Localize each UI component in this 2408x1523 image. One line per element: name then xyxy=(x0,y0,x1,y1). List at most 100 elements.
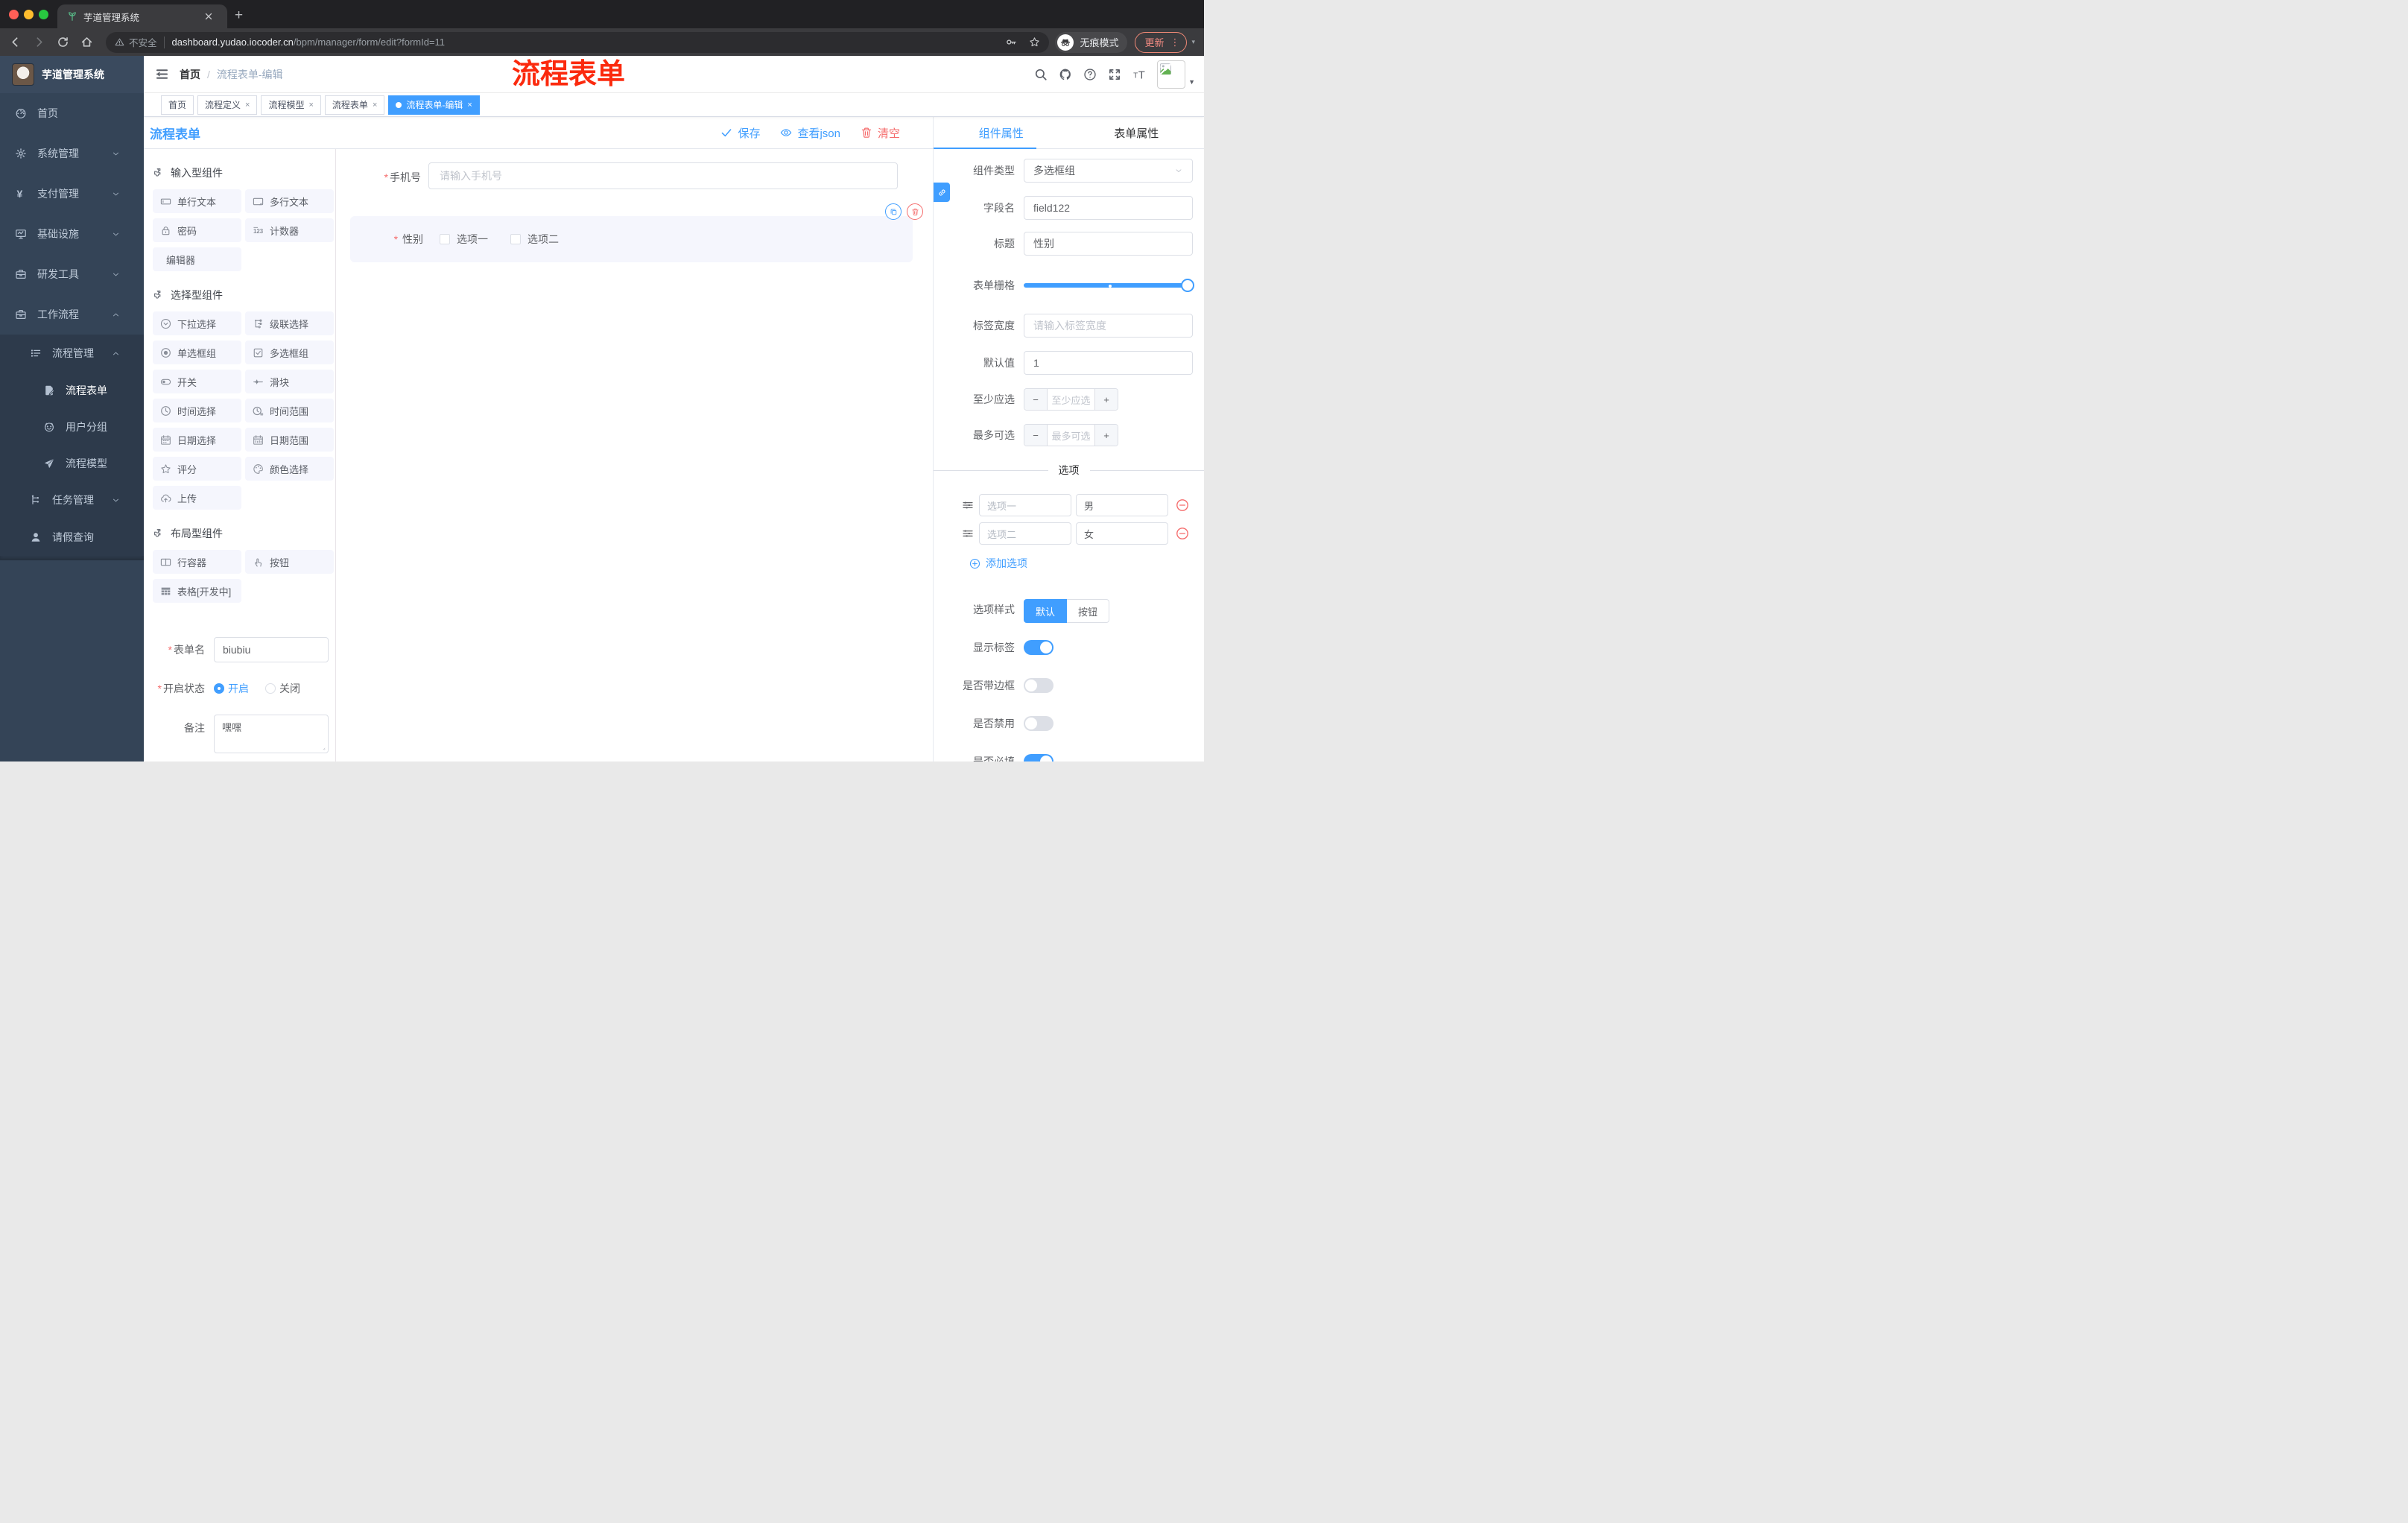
phone-field-input[interactable]: 请输入手机号 xyxy=(428,162,898,189)
sidebar-item-支付管理[interactable]: ¥ 支付管理 xyxy=(0,174,144,214)
palette-item-按钮[interactable]: 按钮 xyxy=(245,550,334,574)
help-icon[interactable] xyxy=(1083,68,1097,81)
sidebar-item-系统管理[interactable]: 系统管理 xyxy=(0,133,144,174)
field-name-input[interactable]: field122 xyxy=(1024,196,1193,220)
not-secure-warning-icon[interactable] xyxy=(115,37,124,47)
bookmark-star-icon[interactable] xyxy=(1029,37,1040,48)
url-text[interactable]: dashboard.yudao.iocoder.cn/bpm/manager/f… xyxy=(172,37,995,48)
sidebar-item-用户分组[interactable]: 用户分组 xyxy=(0,408,144,445)
remove-option-icon[interactable] xyxy=(1176,498,1189,512)
chrome-update-button[interactable]: 更新 ⋮ xyxy=(1135,31,1188,53)
form-name-input[interactable]: biubiu xyxy=(214,637,329,662)
clear-button[interactable]: 清空 xyxy=(861,125,900,141)
resize-handle-icon[interactable] xyxy=(319,744,326,751)
selected-gender-component[interactable]: * 性别 选项一 选项二 xyxy=(350,216,913,262)
component-type-select[interactable]: 多选框组 xyxy=(1024,159,1193,183)
palette-item-行容器[interactable]: 行容器 xyxy=(153,550,241,574)
status-on-radio[interactable]: 开启 xyxy=(214,681,249,696)
palette-item-时间选择[interactable]: 时间选择 xyxy=(153,399,241,422)
palette-item-单行文本[interactable]: 单行文本 xyxy=(153,189,241,213)
fullscreen-icon[interactable] xyxy=(1108,68,1121,81)
password-key-icon[interactable] xyxy=(1006,37,1017,48)
drag-handle-icon[interactable] xyxy=(962,528,974,539)
form-grid-slider[interactable] xyxy=(1024,279,1194,292)
window-minimize-button[interactable] xyxy=(24,9,34,19)
link-button[interactable] xyxy=(934,183,950,202)
gender-option1-checkbox[interactable] xyxy=(440,234,450,244)
label-width-input[interactable]: 请输入标签宽度 xyxy=(1024,314,1193,338)
github-icon[interactable] xyxy=(1059,68,1072,81)
search-icon[interactable] xyxy=(1034,68,1048,81)
sidebar-logo[interactable]: 芋道管理系统 xyxy=(0,56,144,93)
tag-close-icon[interactable]: × xyxy=(373,101,377,110)
tag-close-icon[interactable]: × xyxy=(308,101,313,110)
avatar[interactable] xyxy=(1157,60,1186,89)
palette-item-编辑器[interactable]: 编辑器 xyxy=(153,247,241,271)
option-style-button[interactable]: 按钮 xyxy=(1067,599,1110,623)
palette-item-开关[interactable]: 开关 xyxy=(153,370,241,393)
toggle-是否带边框[interactable] xyxy=(1024,678,1054,693)
option-style-default[interactable]: 默认 xyxy=(1024,599,1068,623)
font-size-icon[interactable]: TT xyxy=(1132,68,1146,81)
tag-首页[interactable]: 首页 xyxy=(161,95,194,115)
reload-icon[interactable] xyxy=(57,36,69,48)
palette-item-级联选择[interactable]: 级联选择 xyxy=(245,311,334,335)
toggle-是否禁用[interactable] xyxy=(1024,716,1054,731)
view-json-button[interactable]: 查看json xyxy=(780,125,840,141)
option-label-input[interactable]: 选项二 xyxy=(979,522,1071,545)
tab-component-props[interactable]: 组件属性 xyxy=(934,117,1069,149)
toggle-显示标签[interactable] xyxy=(1024,640,1054,655)
palette-item-表格[开发中][interactable]: 表格[开发中] xyxy=(153,579,241,603)
palette-item-单选框组[interactable]: 单选框组 xyxy=(153,341,241,364)
stepper-plus-button[interactable]: + xyxy=(1094,389,1118,410)
option-value-input[interactable]: 男 xyxy=(1076,494,1168,516)
avatar-caret-icon[interactable]: ▼ xyxy=(1188,78,1195,86)
palette-item-评分[interactable]: 评分 xyxy=(153,457,241,481)
stepper-plus-button[interactable]: + xyxy=(1094,425,1118,446)
sidebar-item-任务管理[interactable]: 任务管理 xyxy=(0,481,144,519)
palette-item-时间范围[interactable]: 时间范围 xyxy=(245,399,334,422)
palette-item-上传[interactable]: 上传 xyxy=(153,486,241,510)
back-icon[interactable] xyxy=(9,36,22,48)
drag-handle-icon[interactable] xyxy=(962,499,974,511)
option-value-input[interactable]: 女 xyxy=(1076,522,1168,545)
new-tab-button[interactable]: + xyxy=(235,8,243,22)
sidebar-item-流程表单[interactable]: 流程表单 xyxy=(0,372,144,408)
option-label-input[interactable]: 选项一 xyxy=(979,494,1071,516)
tag-close-icon[interactable]: × xyxy=(467,101,472,110)
forward-icon[interactable] xyxy=(33,36,45,48)
palette-item-多行文本[interactable]: 多行文本 xyxy=(245,189,334,213)
palette-item-下拉选择[interactable]: 下拉选择 xyxy=(153,311,241,335)
tag-流程模型[interactable]: 流程模型 × xyxy=(261,95,321,115)
sidebar-item-工作流程[interactable]: 工作流程 xyxy=(0,294,144,335)
palette-item-多选框组[interactable]: 多选框组 xyxy=(245,341,334,364)
sidebar-item-首页[interactable]: 首页 xyxy=(0,93,144,133)
remove-option-icon[interactable] xyxy=(1176,527,1189,540)
palette-item-滑块[interactable]: 滑块 xyxy=(245,370,334,393)
sidebar-item-研发工具[interactable]: 研发工具 xyxy=(0,254,144,294)
palette-item-颜色选择[interactable]: 颜色选择 xyxy=(245,457,334,481)
sidebar-item-流程模型[interactable]: 流程模型 xyxy=(0,445,144,481)
form-remark-textarea[interactable]: 嘿嘿 xyxy=(214,715,329,753)
stepper-minus-button[interactable]: − xyxy=(1024,389,1048,410)
chrome-caret-icon[interactable]: ▾ xyxy=(1191,38,1195,46)
palette-item-日期范围[interactable]: 日期范围 xyxy=(245,428,334,452)
tab-close-icon[interactable] xyxy=(203,11,214,22)
stepper-minus-button[interactable]: − xyxy=(1024,425,1048,446)
tag-流程表单-编辑[interactable]: 流程表单-编辑 × xyxy=(388,95,480,115)
window-close-button[interactable] xyxy=(9,9,19,19)
sidebar-item-流程管理[interactable]: 流程管理 xyxy=(0,335,144,372)
browser-tab[interactable]: 芋道管理系统 xyxy=(57,4,227,28)
add-option-button[interactable]: 添加选项 xyxy=(969,556,1204,571)
title-input[interactable]: 性别 xyxy=(1024,232,1193,256)
address-bar[interactable]: 不安全 dashboard.yudao.iocoder.cn/bpm/manag… xyxy=(106,31,1050,53)
delete-component-button[interactable] xyxy=(907,203,923,220)
gender-option2-checkbox[interactable] xyxy=(510,234,521,244)
breadcrumb-home[interactable]: 首页 xyxy=(180,67,200,82)
status-off-radio[interactable]: 关闭 xyxy=(265,681,300,696)
tag-流程表单[interactable]: 流程表单 × xyxy=(324,95,385,115)
palette-item-日期选择[interactable]: 日期选择 xyxy=(153,428,241,452)
tag-流程定义[interactable]: 流程定义 × xyxy=(197,95,258,115)
copy-component-button[interactable] xyxy=(885,203,902,220)
sidebar-item-基础设施[interactable]: 基础设施 xyxy=(0,214,144,254)
